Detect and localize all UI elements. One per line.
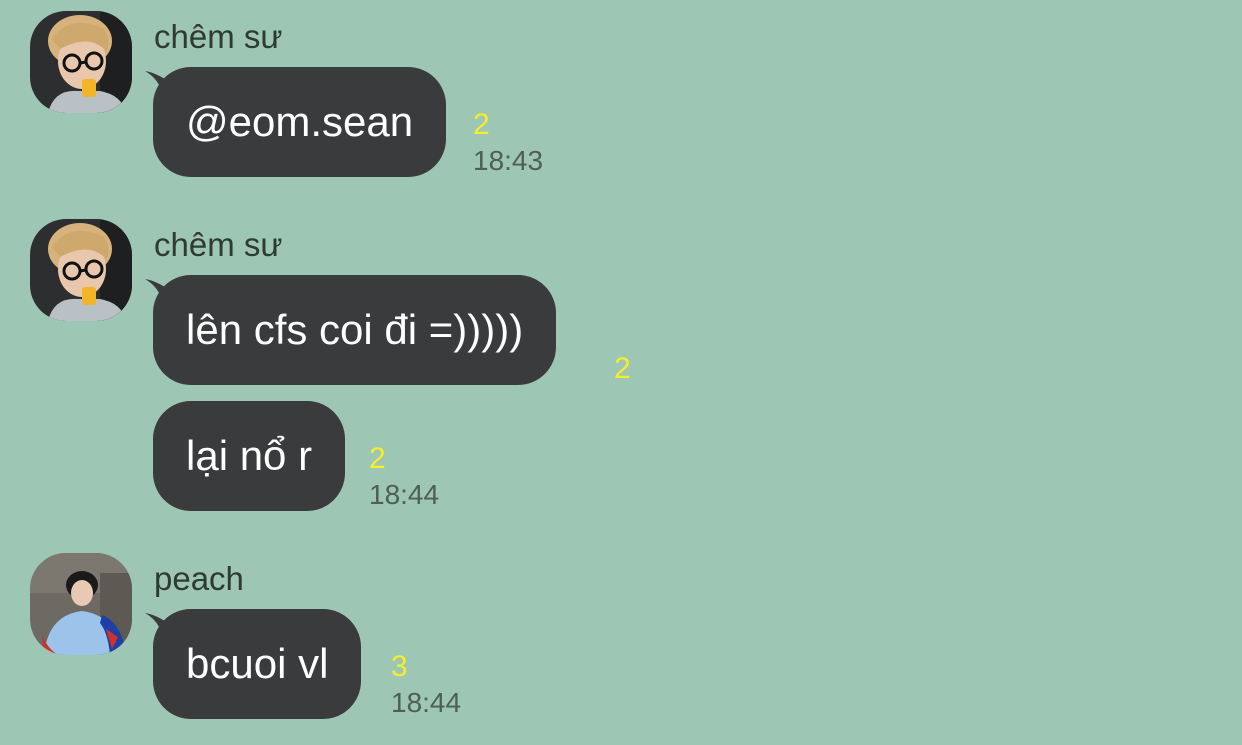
message-bubble[interactable]: lên cfs coi đi =))))) — [145, 275, 557, 385]
message-time: 18:44 — [391, 687, 462, 718]
avatar[interactable] — [30, 553, 132, 655]
message-bubble[interactable]: lại nổ r — [153, 401, 346, 511]
message-text: lên cfs coi đi =))))) — [186, 306, 524, 353]
avatar[interactable] — [30, 219, 132, 321]
sender-name: chêm sư — [154, 18, 283, 55]
avatar[interactable] — [30, 11, 132, 113]
bubble-tail — [145, 277, 179, 303]
message-text: @eom.sean — [186, 98, 414, 145]
unread-count: 2 — [614, 352, 631, 385]
avatar-image — [30, 553, 132, 655]
message-bubble[interactable]: @eom.sean — [145, 67, 447, 177]
message-row: @eom.sean 2 18:43 — [145, 67, 543, 177]
avatar-image — [30, 11, 132, 113]
message-meta: 2 18:44 — [369, 441, 439, 513]
chat-view: chêm sư @eom.sean 2 18:43 chêm sư lên cf… — [0, 0, 1242, 745]
avatar-image — [30, 219, 132, 321]
message-row: bcuoi vl 3 18:44 — [145, 609, 461, 719]
unread-count: 2 — [473, 108, 490, 141]
sender-name: chêm sư — [154, 226, 283, 263]
message-meta: 2 — [614, 351, 631, 387]
bubble-tail — [145, 611, 179, 637]
message-time: 18:43 — [473, 145, 544, 176]
message-time: 18:44 — [369, 479, 440, 510]
sender-name: peach — [154, 560, 244, 597]
message-text: lại nổ r — [186, 432, 313, 479]
unread-count: 3 — [391, 650, 408, 683]
message-bubble[interactable]: bcuoi vl — [145, 609, 362, 719]
unread-count: 2 — [369, 442, 386, 475]
message-row: lên cfs coi đi =))))) 2 — [145, 275, 631, 385]
message-text: bcuoi vl — [186, 640, 329, 687]
message-meta: 3 18:44 — [391, 649, 461, 721]
message-row: lại nổ r 2 18:44 — [153, 401, 439, 511]
bubble-tail — [145, 69, 179, 95]
message-meta: 2 18:43 — [473, 107, 543, 179]
